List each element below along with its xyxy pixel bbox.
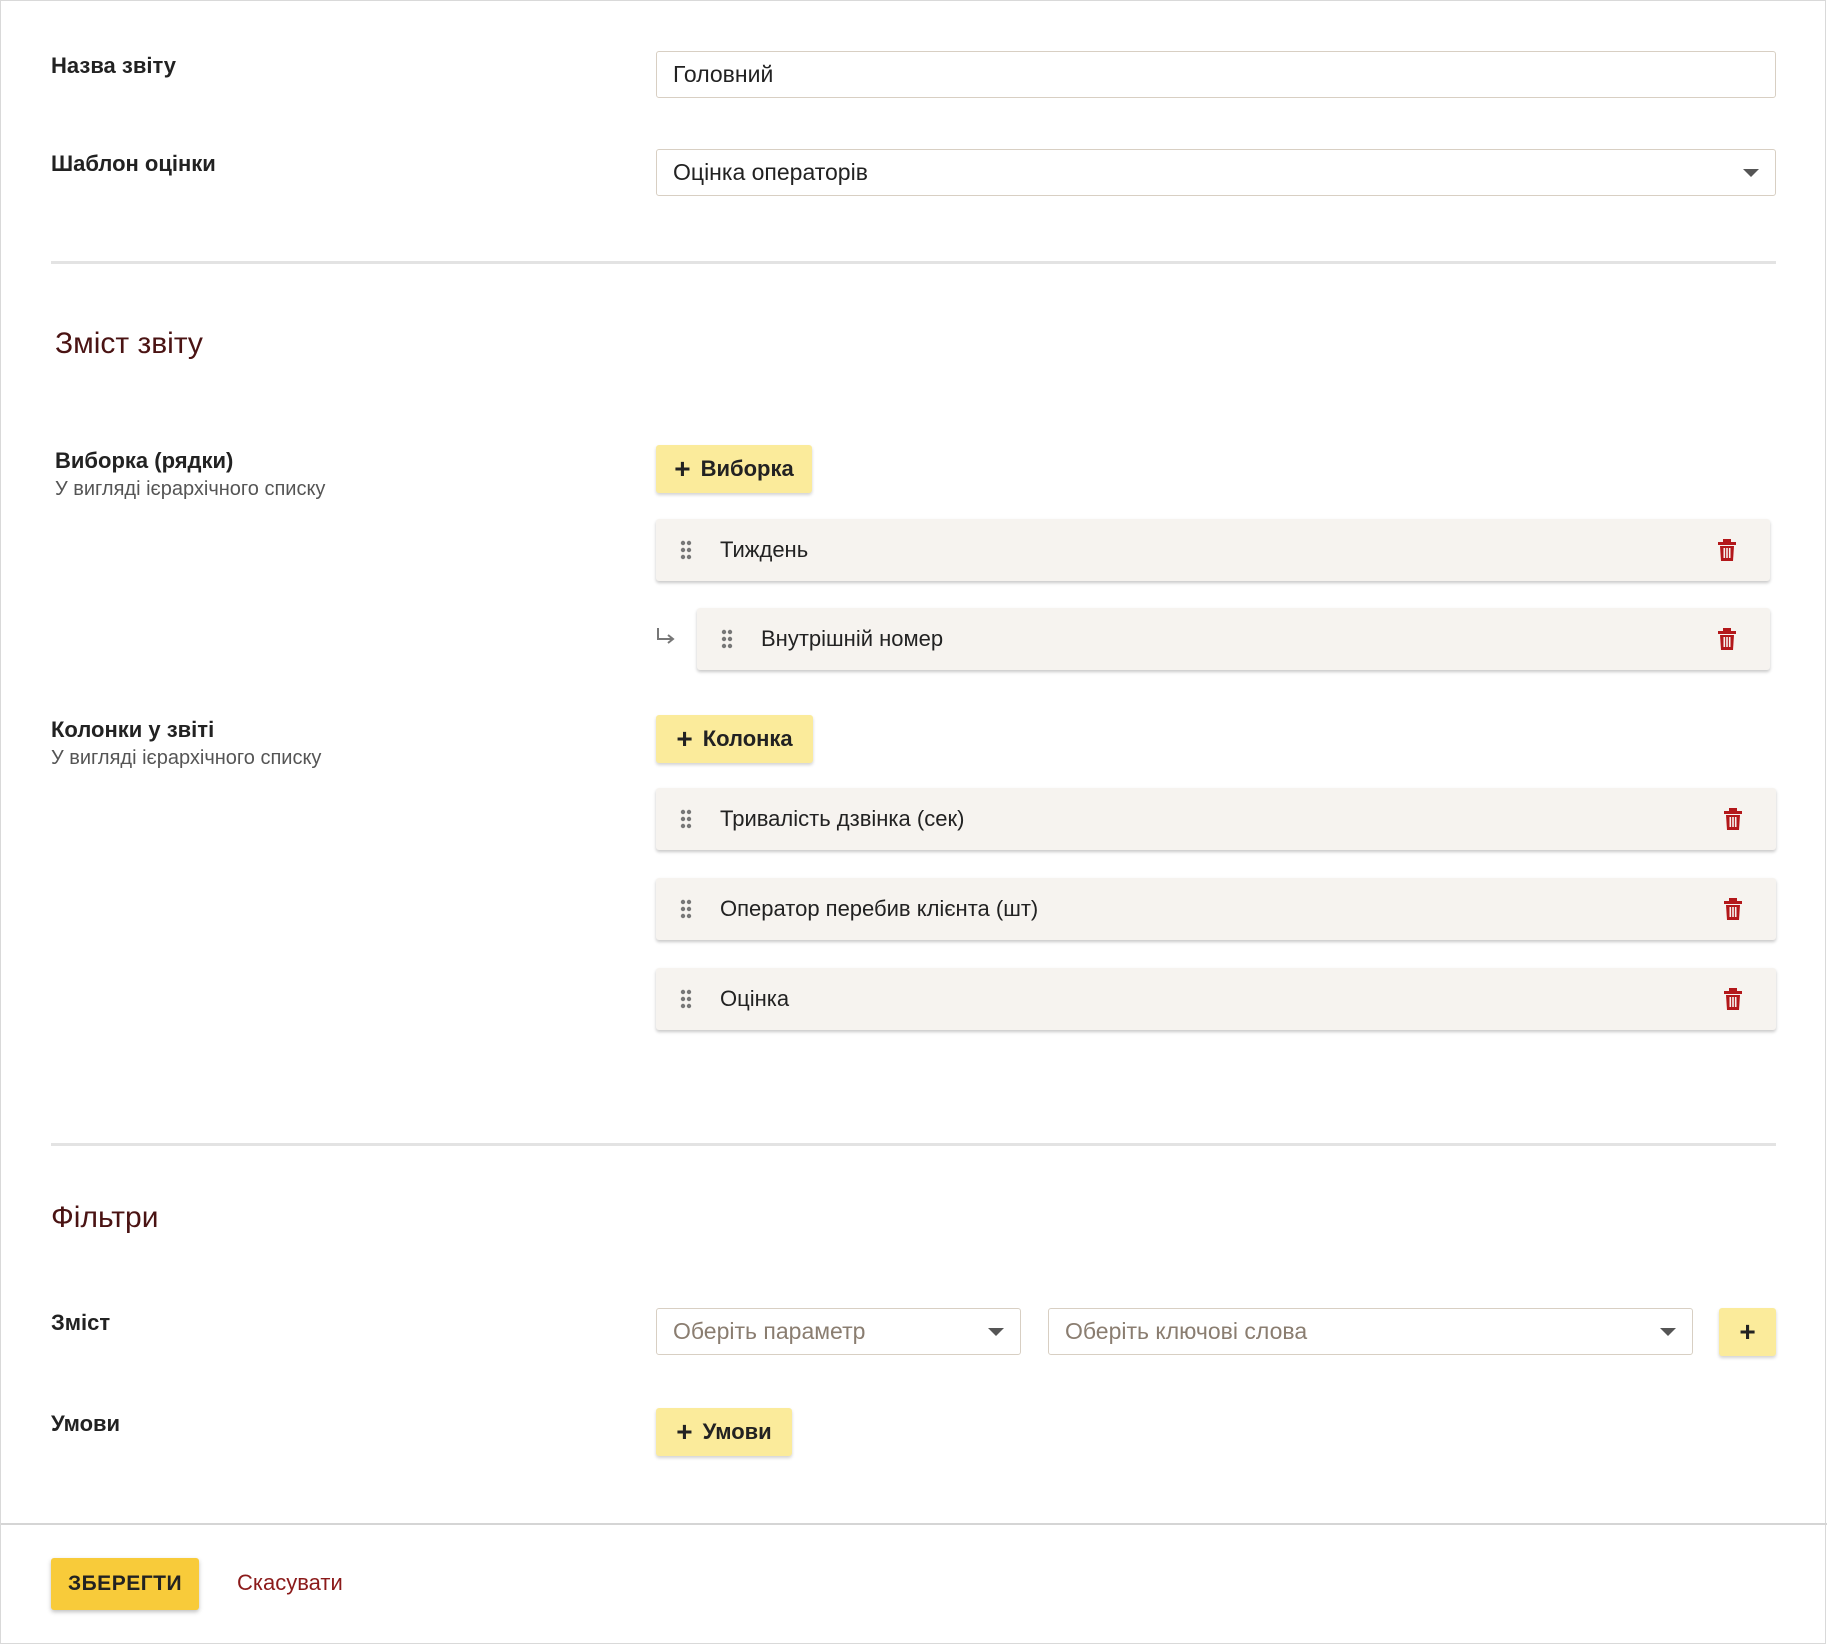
- keywords-select[interactable]: Оберіть ключові слова: [1048, 1308, 1693, 1355]
- trash-icon[interactable]: [1718, 628, 1736, 650]
- trash-icon[interactable]: [1724, 988, 1742, 1010]
- row-item-week[interactable]: Тиждень: [656, 519, 1770, 581]
- row-item-label: Тиждень: [720, 537, 809, 562]
- filters-content-label: Зміст: [51, 1310, 111, 1335]
- chevron-down-icon: [1743, 169, 1759, 177]
- plus-icon: +: [676, 1416, 693, 1447]
- drag-handle-icon[interactable]: [680, 809, 692, 829]
- drag-handle-icon[interactable]: [680, 899, 692, 919]
- keywords-select-placeholder: Оберіть ключові слова: [1065, 1318, 1308, 1344]
- parameter-select-placeholder: Оберіть параметр: [673, 1318, 866, 1344]
- add-conditions-button-label: Умови: [702, 1419, 772, 1444]
- add-row-button[interactable]: + Виборка: [656, 445, 812, 493]
- report-name-input[interactable]: Головний: [656, 51, 1776, 98]
- subdirectory-arrow-icon: [657, 628, 675, 644]
- row-item-label: Внутрішній номер: [761, 626, 944, 651]
- report-editor-panel: Назва звіту Головний Шаблон оцінки Оцінк…: [0, 0, 1827, 1644]
- plus-icon: +: [676, 723, 693, 754]
- column-item-score[interactable]: Оцінка: [656, 968, 1776, 1030]
- conditions-label: Умови: [51, 1411, 121, 1436]
- template-select[interactable]: Оцінка операторів: [656, 149, 1776, 196]
- plus-icon: +: [1739, 1316, 1756, 1347]
- section-divider: [51, 1143, 1776, 1146]
- trash-icon[interactable]: [1724, 808, 1742, 830]
- drag-handle-icon[interactable]: [680, 989, 692, 1009]
- columns-label: Колонки у звіті: [51, 717, 215, 742]
- filters-section-title: Фільтри: [51, 1201, 159, 1234]
- cancel-link[interactable]: Скасувати: [237, 1570, 343, 1596]
- trash-icon[interactable]: [1718, 539, 1736, 561]
- report-name-label: Назва звіту: [51, 53, 177, 78]
- drag-handle-icon[interactable]: [680, 540, 692, 560]
- drag-handle-icon[interactable]: [721, 629, 733, 649]
- column-item-label: Тривалість дзвінка (сек): [720, 806, 965, 831]
- add-column-button-label: Колонка: [702, 726, 793, 751]
- template-label: Шаблон оцінки: [51, 151, 216, 176]
- row-item-extension[interactable]: Внутрішній номер: [697, 608, 1770, 670]
- add-conditions-button[interactable]: + Умови: [656, 1408, 792, 1456]
- rows-label: Виборка (рядки): [55, 448, 234, 473]
- chevron-down-icon: [1660, 1328, 1676, 1336]
- template-select-value: Оцінка операторів: [673, 159, 868, 185]
- add-column-button[interactable]: + Колонка: [656, 715, 813, 763]
- chevron-down-icon: [988, 1328, 1004, 1336]
- column-item-label: Оцінка: [720, 986, 790, 1011]
- footer-divider: [1, 1523, 1827, 1525]
- add-row-button-label: Виборка: [700, 456, 794, 481]
- parameter-select[interactable]: Оберіть параметр: [656, 1308, 1021, 1355]
- content-section-title: Зміст звіту: [55, 327, 203, 360]
- rows-sublabel: У вигляді ієрархічного списку: [55, 478, 326, 500]
- column-item-call-duration[interactable]: Тривалість дзвінка (сек): [656, 788, 1776, 850]
- trash-icon[interactable]: [1724, 898, 1742, 920]
- columns-sublabel: У вигляді ієрархічного списку: [51, 747, 322, 769]
- add-filter-button[interactable]: +: [1719, 1308, 1776, 1356]
- section-divider: [51, 261, 1776, 264]
- column-item-label: Оператор перебив клієнта (шт): [720, 896, 1039, 921]
- column-item-interruptions[interactable]: Оператор перебив клієнта (шт): [656, 878, 1776, 940]
- plus-icon: +: [674, 453, 691, 484]
- save-button[interactable]: ЗБЕРЕГТИ: [51, 1558, 199, 1610]
